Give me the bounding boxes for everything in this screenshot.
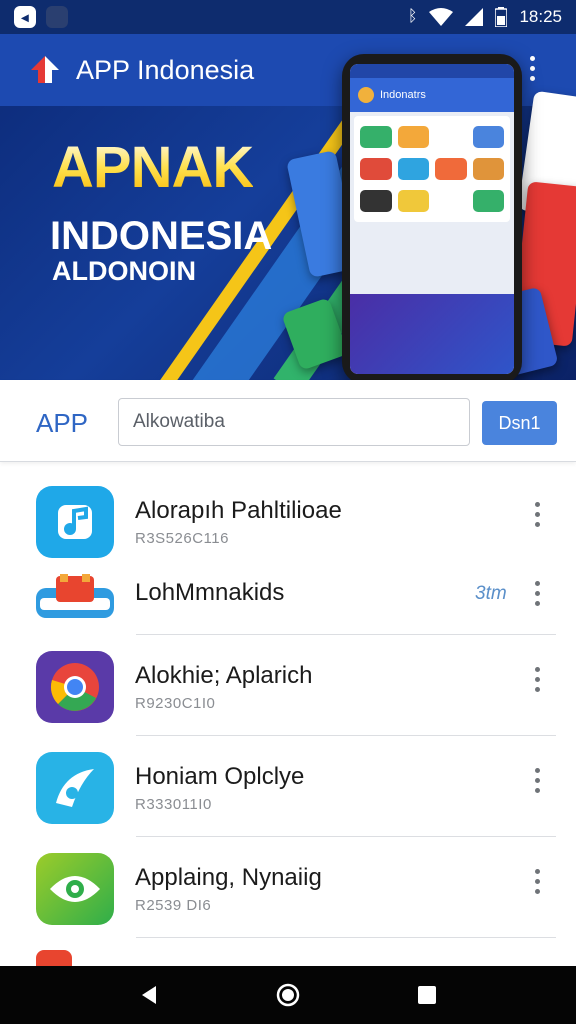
house-logo-icon: [28, 53, 62, 87]
phone-header-title: Indonatrs: [380, 89, 426, 101]
app-name: LohMmnakids: [135, 579, 285, 606]
eye-icon: [36, 853, 114, 925]
signal-icon: [465, 8, 484, 26]
more-vert-icon[interactable]: [535, 768, 540, 793]
app-badge: 3tm: [475, 583, 507, 604]
banner-headline: APNAK: [52, 135, 254, 200]
promo-banner: APP Indonesia APNAK INDONESIA ALDONOIN I…: [0, 34, 576, 380]
store-icon: [36, 573, 114, 621]
app-list: Alorapıh Pahltilioae R3S526C116 LohMmnak…: [0, 470, 576, 978]
phone-screen: Indonatrs: [350, 64, 514, 374]
app-meta: R3S526C116: [135, 530, 229, 547]
list-item[interactable]: Alokhie; Aplarich R9230C1I0: [0, 635, 576, 736]
recents-icon[interactable]: [407, 975, 447, 1015]
search-row: APP Dsn1: [0, 380, 576, 462]
back-icon[interactable]: [129, 975, 169, 1015]
system-nav-bar: [0, 966, 576, 1024]
music-note-icon: [36, 486, 114, 558]
app-name: Alorapıh Pahltilioae: [135, 497, 342, 524]
notification-icon: ◂: [14, 6, 36, 28]
list-item[interactable]: Alorapıh Pahltilioae R3S526C116: [0, 470, 576, 571]
list-item[interactable]: LohMmnakids 3tm: [0, 571, 576, 635]
app-name: Honiam Oplclye: [135, 763, 305, 790]
wifi-icon: [429, 8, 454, 26]
paper-plane-icon: [36, 752, 114, 824]
banner-subheadline: INDONESIA: [50, 214, 273, 258]
phone-mockup: Indonatrs: [342, 54, 522, 380]
bluetooth-icon: ᛒ: [407, 8, 418, 25]
phone-app-grid: [354, 116, 510, 222]
app-name: Applaing, Nynaiig: [135, 864, 322, 891]
home-icon[interactable]: [268, 975, 308, 1015]
app-title: APP Indonesia: [76, 54, 255, 85]
more-vert-icon[interactable]: [535, 502, 540, 527]
search-input[interactable]: [118, 398, 470, 446]
more-vert-icon[interactable]: [535, 869, 540, 894]
app-meta: R333011I0: [135, 796, 212, 813]
status-indicators: ᛒ 18:25: [408, 7, 562, 27]
app-meta: R9230C1I0: [135, 695, 216, 712]
status-notifications: ◂: [14, 6, 68, 28]
more-vert-icon[interactable]: [530, 56, 535, 81]
status-time: 18:25: [519, 7, 562, 26]
search-button[interactable]: Dsn1: [482, 401, 557, 445]
app-name: Alokhie; Aplarich: [135, 662, 313, 689]
battery-icon: [495, 7, 508, 27]
banner-tagline: ALDONOIN: [52, 256, 196, 286]
more-vert-icon[interactable]: [535, 667, 540, 692]
more-vert-icon[interactable]: [535, 581, 540, 606]
list-item[interactable]: Honiam Oplclye R333011I0: [0, 736, 576, 837]
app-meta: R2539 DI6: [135, 897, 212, 914]
app-notification-icon: [46, 6, 68, 28]
status-bar: ◂ ᛒ 18:25: [0, 0, 576, 34]
chrome-icon: [36, 651, 114, 723]
list-item[interactable]: Applaing, Nynaiig R2539 DI6: [0, 837, 576, 938]
search-label: APP: [36, 408, 89, 438]
